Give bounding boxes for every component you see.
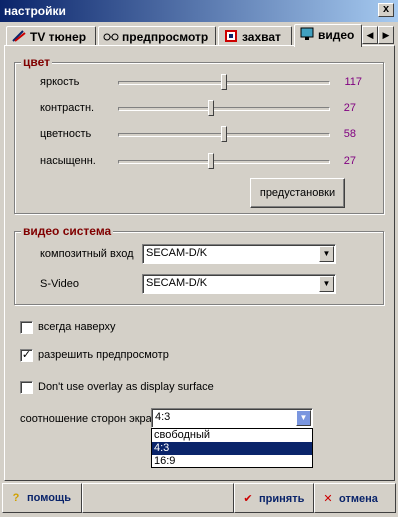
brightness-label: яркость [40, 76, 80, 88]
accept-button[interactable]: ✔ принять [234, 483, 314, 513]
cancel-button[interactable]: ✕ отмена [314, 483, 396, 513]
hue-slider-thumb[interactable] [221, 126, 227, 142]
help-button[interactable]: ? помощь [2, 483, 82, 513]
presets-button[interactable]: предустановки [250, 178, 345, 208]
window-title: настройки [4, 4, 66, 18]
allow-preview-label: разрешить предпросмотр [38, 349, 169, 361]
contrast-slider-thumb[interactable] [208, 100, 215, 116]
tab-capture[interactable]: захват [218, 26, 292, 46]
allow-preview-checkbox[interactable]: ✓ [20, 349, 33, 362]
cancel-label: отмена [339, 493, 378, 505]
brightness-value: 117 [344, 76, 362, 88]
chevron-down-icon[interactable]: ▼ [296, 410, 311, 426]
tab-label: TV тюнер [30, 30, 87, 44]
close-button[interactable]: x [378, 3, 394, 17]
color-group-title: цвет [21, 55, 52, 69]
contrast-value: 27 [343, 102, 356, 114]
help-icon: ? [12, 492, 20, 504]
help-label: помощь [27, 492, 71, 504]
hue-value: 58 [343, 128, 356, 140]
cross-icon: ✕ [323, 493, 333, 505]
film-icon [223, 29, 239, 43]
composite-input-label: композитный вход [40, 248, 134, 260]
aspect-option-4-3[interactable]: 4:3 [152, 442, 312, 455]
tab-strip: TV тюнер предпросмотр захват видео ◀ ▶ [4, 24, 396, 47]
saturation-slider-track[interactable] [118, 160, 330, 164]
no-overlay-label: Don't use overlay as display surface [38, 381, 214, 393]
tab-label: захват [242, 30, 281, 44]
accept-label: принять [259, 493, 305, 505]
tab-label: предпросмотр [122, 30, 209, 44]
no-overlay-checkbox[interactable] [20, 381, 33, 394]
aspect-option-16-9[interactable]: 16:9 [152, 455, 312, 468]
tab-scroll-right-button[interactable]: ▶ [378, 26, 394, 44]
chevron-down-icon[interactable]: ▼ [319, 276, 334, 292]
checkmark-icon: ✔ [243, 493, 253, 505]
tv-tuner-icon [11, 29, 27, 43]
svideo-value: SECAM-D/K [146, 277, 208, 289]
tab-preview[interactable]: предпросмотр [98, 26, 216, 46]
always-on-top-label: всегда наверху [38, 321, 116, 333]
aspect-ratio-select[interactable]: 4:3 ▼ [151, 408, 313, 428]
saturation-value: 27 [343, 155, 356, 167]
composite-input-value: SECAM-D/K [146, 247, 208, 259]
contrast-label: контрастн. [40, 102, 95, 114]
tab-tv-tuner[interactable]: TV тюнер [6, 26, 96, 46]
monitor-icon [299, 27, 315, 41]
saturation-slider-thumb[interactable] [208, 153, 215, 169]
footer-spacer [82, 483, 234, 513]
saturation-label: насыщенн. [40, 155, 96, 167]
hue-label: цветность [40, 128, 92, 140]
aspect-ratio-value: 4:3 [155, 411, 171, 423]
glasses-icon [103, 29, 119, 43]
aspect-ratio-label: соотношение сторон экра [20, 413, 152, 425]
chevron-down-icon[interactable]: ▼ [319, 246, 334, 262]
video-system-group-title: видео система [21, 224, 114, 238]
svideo-select[interactable]: SECAM-D/K ▼ [142, 274, 336, 294]
aspect-ratio-dropdown-list: свободный 4:3 16:9 [151, 428, 313, 468]
title-bar: настройки x [0, 0, 398, 22]
svideo-label: S-Video [40, 278, 79, 290]
always-on-top-checkbox[interactable] [20, 321, 33, 334]
tab-video[interactable]: видео [294, 24, 362, 47]
tab-label: видео [318, 28, 355, 42]
tab-scroll-left-button[interactable]: ◀ [362, 26, 378, 44]
brightness-slider-thumb[interactable] [221, 74, 227, 90]
aspect-option-free[interactable]: свободный [152, 429, 312, 442]
composite-input-select[interactable]: SECAM-D/K ▼ [142, 244, 336, 264]
contrast-slider-track[interactable] [118, 107, 330, 111]
